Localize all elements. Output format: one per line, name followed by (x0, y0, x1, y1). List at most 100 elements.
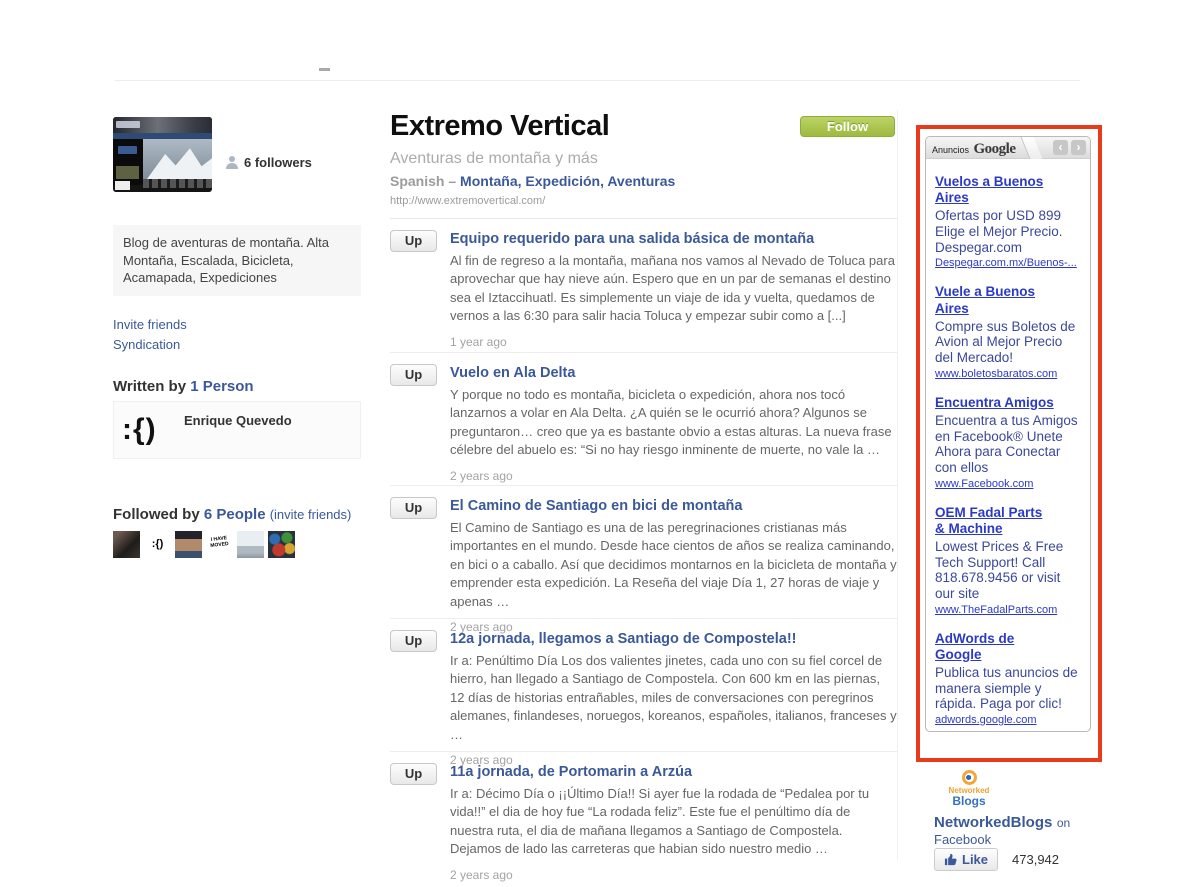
post-title-link[interactable]: Vuelo en Ala Delta (450, 365, 897, 381)
follower-avatars: :{) i have moved (113, 529, 363, 559)
thumbnail-map (116, 166, 139, 179)
topic-link-expedicion[interactable]: Expedición, (525, 173, 604, 189)
ad-title-link[interactable]: Vuelos a Buenos Aires (935, 174, 1055, 206)
post-title-link[interactable]: El Camino de Santiago en bici de montaña (450, 498, 897, 514)
follower-avatar-6[interactable] (268, 530, 295, 558)
networkedblogs-on-label: on (1056, 816, 1071, 830)
ad-title-link[interactable]: OEM Fadal Parts & Machine (935, 505, 1055, 537)
upvote-button[interactable]: Up (390, 364, 437, 386)
ad-item-2: Vuele a Buenos Aires Compre sus Boletos … (926, 284, 1090, 379)
ad-body: Compre sus Boletos de Avion al Mejor Pre… (935, 318, 1076, 366)
ads-next-button[interactable]: › (1071, 140, 1086, 155)
follower-avatar-3[interactable] (175, 530, 202, 558)
post-item-2: Up Vuelo en Ala Delta Y porque no todo e… (390, 352, 897, 485)
ads-nav: ‹ › (1053, 140, 1086, 155)
author-name[interactable]: Enrique Quevedo (184, 408, 292, 452)
post-item-5: Up 11a jornada, de Portomarin a Arzúa Ir… (390, 751, 897, 884)
ad-item-1: Vuelos a Buenos Aires Ofertas por USD 89… (926, 174, 1090, 269)
ad-title-link[interactable]: Vuele a Buenos Aires (935, 284, 1055, 316)
ad-url-link[interactable]: Despegar.com.mx/Buenos-... (935, 257, 1081, 269)
google-logo-text: Google (973, 141, 1016, 157)
language-topics-line: Spanish – Montaña, Expedición, Aventuras (390, 173, 897, 189)
like-button[interactable]: Like (934, 848, 999, 871)
ad-url-link[interactable]: www.TheFadalParts.com (935, 604, 1081, 616)
networkedblogs-name-link[interactable]: NetworkedBlogs (934, 814, 1052, 831)
blog-description: Blog de aventuras de montaña. Alta Monta… (113, 225, 361, 296)
profile-header: 6 followers (113, 117, 363, 192)
author-avatar[interactable]: :{) (122, 408, 174, 452)
post-title-link[interactable]: 12a jornada, llegamos a Santiago de Comp… (450, 631, 897, 647)
thumbs-up-icon (944, 853, 957, 866)
ad-url-link[interactable]: adwords.google.com (935, 714, 1081, 726)
like-row: Like 473,942 (934, 848, 1059, 871)
written-by-label: Written by (113, 377, 187, 395)
upvote-button[interactable]: Up (390, 230, 437, 252)
follower-avatar-5[interactable] (237, 530, 264, 558)
language-label: Spanish (390, 173, 445, 189)
left-sidebar: 6 followers Blog de aventuras de montaña… (113, 117, 363, 559)
ads-prev-button[interactable]: ‹ (1053, 140, 1068, 155)
facebook-label: Facebook (934, 832, 992, 848)
thumbnail-widget (115, 181, 130, 190)
invite-friends-link[interactable]: Invite friends (113, 317, 363, 332)
header-divider (115, 80, 1080, 81)
ad-body: Ofertas por USD 899 Elige el Mejor Preci… (935, 208, 1063, 255)
followed-by-label: Followed by (113, 505, 200, 523)
networkedblogs-logo-bottom: Blogs (952, 794, 986, 808)
networkedblogs-logo[interactable]: Networked Blogs (934, 770, 1004, 808)
google-ads-widget: Anuncios Google ‹ › Vuelos a Buenos Aire… (925, 136, 1091, 732)
ad-url-link[interactable]: www.boletosbaratos.com (935, 368, 1081, 380)
ads-header-tab-slant (1020, 137, 1043, 159)
follower-avatar-1[interactable] (113, 530, 140, 558)
post-title-link[interactable]: 11a jornada, de Portomarin a Arzúa (450, 764, 897, 780)
invite-friends-paren-link[interactable]: (invite friends) (270, 507, 352, 522)
follow-button[interactable]: Follow (800, 116, 895, 137)
post-item-3: Up El Camino de Santiago en bici de mont… (390, 485, 897, 634)
ad-title-link[interactable]: AdWords de Google (935, 631, 1055, 663)
followers-count: 6 followers (244, 154, 312, 170)
followed-by-count-link[interactable]: 6 People (204, 506, 266, 523)
blog-thumbnail[interactable] (113, 117, 212, 192)
written-by-count-link[interactable]: 1 Person (190, 378, 253, 395)
syndication-link[interactable]: Syndication (113, 337, 363, 352)
anuncios-google-label: Anuncios Google (932, 140, 1016, 158)
followers-block: 6 followers (225, 117, 312, 192)
like-count: 473,942 (1012, 852, 1060, 867)
written-by-heading: Written by 1 Person (113, 378, 363, 395)
topic-link-aventuras[interactable]: Aventuras (607, 173, 675, 189)
browser-remnant-dash (319, 68, 330, 71)
ad-url-link[interactable]: www.Facebook.com (935, 478, 1081, 490)
ad-item-5: AdWords de Google Publica tus anuncios d… (926, 631, 1090, 726)
like-label: Like (962, 852, 989, 867)
post-item-1: Up Equipo requerido para una salida bási… (390, 219, 897, 352)
anuncios-label: Anuncios (932, 145, 970, 155)
post-title-link[interactable]: Equipo requerido para una salida básica … (450, 231, 897, 247)
blog-tagline: Aventuras de montaña y más (390, 150, 598, 167)
person-icon (226, 156, 238, 169)
post-excerpt: Ir a: Penúltimo Día Los dos valientes ji… (450, 653, 897, 742)
post-excerpt: El Camino de Santiago es una de las pere… (450, 520, 897, 609)
followed-by-heading: Followed by 6 People (invite friends) (113, 506, 363, 523)
ad-body: Lowest Prices & Free Tech Support! Call … (935, 538, 1064, 601)
ad-title-link[interactable]: Encuentra Amigos (935, 395, 1055, 411)
post-timestamp: 2 years ago (450, 468, 513, 483)
ad-body: Encuentra a tus Amigos en Facebook® Unet… (935, 412, 1078, 475)
thumbnail-sidebar-button (118, 146, 137, 154)
post-timestamp: 1 year ago (450, 334, 507, 349)
networkedblogs-title: NetworkedBlogs on Facebook (934, 813, 1070, 848)
blog-url: http://www.extremovertical.com/ (390, 195, 546, 207)
upvote-button[interactable]: Up (390, 630, 437, 652)
language-separator: – (448, 173, 457, 189)
upvote-button[interactable]: Up (390, 763, 437, 785)
topic-link-montana[interactable]: Montaña, (460, 173, 521, 189)
ad-item-4: OEM Fadal Parts & Machine Lowest Prices … (926, 505, 1090, 616)
content-divider (897, 110, 898, 860)
follower-avatar-2[interactable]: :{) (144, 530, 171, 558)
networkedblogs-icon (961, 770, 977, 785)
follower-avatar-4[interactable]: i have moved (204, 529, 235, 559)
post-excerpt: Al fin de regreso a la montaña, mañana n… (450, 253, 895, 324)
post-item-4: Up 12a jornada, llegamos a Santiago de C… (390, 618, 897, 767)
ad-item-3: Encuentra Amigos Encuentra a tus Amigos … (926, 395, 1090, 490)
ad-body: Publica tus anuncios de manera siemple y… (935, 664, 1078, 712)
upvote-button[interactable]: Up (390, 497, 437, 519)
